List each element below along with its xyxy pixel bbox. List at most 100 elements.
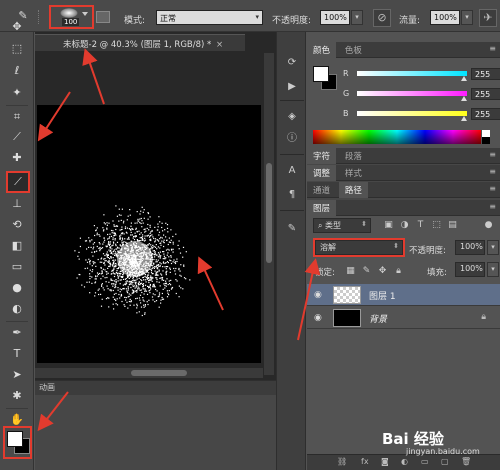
canvas[interactable] xyxy=(37,105,261,363)
spectrum-white-swatch[interactable] xyxy=(482,130,490,137)
healing-brush-tool-icon[interactable]: ✚ xyxy=(8,149,26,167)
lock-position-icon[interactable]: ✥ xyxy=(377,266,388,277)
vertical-scrollbar[interactable] xyxy=(264,53,274,375)
marquee-tool-icon[interactable]: ⬚ xyxy=(8,40,26,58)
filter-adjustment-layers-icon[interactable]: ◑ xyxy=(399,220,410,231)
options-bar-grip[interactable] xyxy=(38,10,42,24)
crop-tool-icon[interactable]: ⌗ xyxy=(8,108,26,126)
close-icon[interactable]: × xyxy=(216,40,223,50)
brush-size-value[interactable]: 100 xyxy=(62,18,80,26)
lock-image-pixels-icon[interactable]: ✎ xyxy=(361,266,372,277)
layer-filter-select[interactable]: ⌕ 类型 ⬍ xyxy=(313,218,371,233)
red-channel-track[interactable] xyxy=(357,71,467,76)
dodge-tool-icon[interactable]: ◐ xyxy=(8,300,26,318)
opacity-dropdown-button[interactable]: ▾ xyxy=(351,10,363,25)
adjustment-layer-icon[interactable]: ◐ xyxy=(401,457,408,466)
delete-layer-icon[interactable]: 🗑︎ xyxy=(461,457,471,466)
layer-mask-icon[interactable]: ◙ xyxy=(381,457,389,466)
tab-paths[interactable]: 路径 xyxy=(338,182,368,198)
layer-row[interactable]: ◉ 图层 1 xyxy=(307,284,500,306)
lasso-tool-icon[interactable]: ℓ xyxy=(8,62,26,80)
flow-input[interactable]: 100% xyxy=(430,10,460,25)
color-spectrum-ramp[interactable] xyxy=(313,130,481,144)
fill-input[interactable]: 100% xyxy=(455,262,485,277)
color-panel-foreground-swatch[interactable] xyxy=(313,66,329,82)
tab-swatches[interactable]: 色板 xyxy=(339,42,368,58)
blur-tool-icon[interactable]: ● xyxy=(8,279,26,297)
filter-pixel-layers-icon[interactable]: ▣ xyxy=(383,220,394,231)
tab-styles[interactable]: 样式 xyxy=(339,165,368,181)
red-channel-value[interactable]: 255 xyxy=(471,68,500,80)
info-panel-icon[interactable]: ⓘ xyxy=(285,132,299,146)
vertical-scrollbar-thumb[interactable] xyxy=(266,163,272,263)
mode-select[interactable]: 正常 ▾ xyxy=(156,10,263,25)
eraser-tool-icon[interactable]: ◧ xyxy=(8,237,26,255)
opacity-input[interactable]: 100% xyxy=(320,10,350,25)
brush-picker-chevron-icon[interactable] xyxy=(82,12,88,16)
blue-channel-value[interactable]: 255 xyxy=(471,108,500,120)
airbrush-pressure-icon[interactable]: ⊘ xyxy=(373,9,391,27)
tab-character[interactable]: 字符 xyxy=(307,148,337,164)
layer-row[interactable]: ◉ 背景 🔒︎ xyxy=(307,307,500,329)
path-selection-tool-icon[interactable]: ➤ xyxy=(8,366,26,384)
layer-style-icon[interactable]: fx xyxy=(361,457,369,466)
horizontal-scrollbar[interactable] xyxy=(35,368,263,378)
red-channel-knob[interactable] xyxy=(461,76,467,81)
new-group-icon[interactable]: ▭ xyxy=(421,457,429,466)
layer-opacity-input[interactable]: 100% xyxy=(455,240,485,255)
layer-opacity-dropdown-button[interactable]: ▾ xyxy=(487,240,499,255)
link-layers-icon[interactable]: ⛓ xyxy=(337,457,347,466)
visibility-eye-icon[interactable]: ◉ xyxy=(314,313,322,323)
green-channel-knob[interactable] xyxy=(461,96,467,101)
tool-presets-icon[interactable]: ✎ xyxy=(285,222,299,236)
flow-dropdown-button[interactable]: ▾ xyxy=(461,10,473,25)
history-brush-tool-icon[interactable]: ⟲ xyxy=(8,216,26,234)
brush-tool-icon[interactable]: ⟋ xyxy=(6,171,30,193)
lock-all-icon[interactable]: 🔒︎ xyxy=(393,266,404,277)
move-tool-icon[interactable]: ✥ xyxy=(8,18,26,36)
properties-panel-icon[interactable]: ◈ xyxy=(285,110,299,124)
green-channel-value[interactable]: 255 xyxy=(471,88,500,100)
eyedropper-tool-icon[interactable]: ⟋ xyxy=(8,128,26,146)
filter-type-layers-icon[interactable]: T xyxy=(415,220,426,231)
fill-dropdown-button[interactable]: ▾ xyxy=(487,262,499,277)
type-tool-icon[interactable]: T xyxy=(8,345,26,363)
animation-panel-header[interactable]: 动画 xyxy=(35,381,276,395)
spectrum-black-swatch[interactable] xyxy=(482,137,490,144)
tab-channels[interactable]: 通道 xyxy=(307,182,336,198)
visibility-eye-icon[interactable]: ◉ xyxy=(314,290,322,300)
green-channel-track[interactable] xyxy=(357,91,467,96)
panel-menu-icon[interactable]: ≡ xyxy=(489,150,496,159)
new-layer-icon[interactable]: ▢ xyxy=(441,457,449,466)
red-channel-slider[interactable]: R 255 xyxy=(343,68,500,82)
layer-name[interactable]: 背景 xyxy=(369,312,387,325)
panel-menu-icon[interactable]: ≡ xyxy=(489,202,496,211)
tab-paragraph[interactable]: 段落 xyxy=(339,148,368,164)
panel-menu-icon[interactable]: ≡ xyxy=(489,44,496,53)
filter-shape-layers-icon[interactable]: ⬚ xyxy=(431,220,442,231)
tab-layers[interactable]: 图层 xyxy=(307,200,337,216)
airbrush-toggle-icon[interactable]: ✈ xyxy=(479,9,497,27)
blue-channel-slider[interactable]: B 255 xyxy=(343,108,500,122)
document-tab[interactable]: 未标题-2 @ 40.3% (图层 1, RGB/8) * × xyxy=(35,34,245,51)
clone-stamp-tool-icon[interactable]: ⊥ xyxy=(8,195,26,213)
brush-panel-toggle-button[interactable] xyxy=(96,11,110,23)
pen-tool-icon[interactable]: ✒ xyxy=(8,324,26,342)
character-panel-icon[interactable]: A xyxy=(285,164,299,178)
brush-preview-icon[interactable] xyxy=(60,8,78,18)
panel-menu-icon[interactable]: ≡ xyxy=(489,184,496,193)
panel-menu-icon[interactable]: ≡ xyxy=(489,167,496,176)
tab-color[interactable]: 颜色 xyxy=(307,42,337,58)
lock-transparent-pixels-icon[interactable]: ▦ xyxy=(345,266,356,277)
actions-panel-icon[interactable]: ▶ xyxy=(285,80,299,94)
tab-adjustments[interactable]: 调整 xyxy=(307,165,337,181)
gradient-tool-icon[interactable]: ▭ xyxy=(8,258,26,276)
history-panel-icon[interactable]: ⟳ xyxy=(285,56,299,70)
green-channel-slider[interactable]: G 255 xyxy=(343,88,500,102)
magic-wand-tool-icon[interactable]: ✦ xyxy=(8,84,26,102)
paragraph-panel-icon[interactable]: ¶ xyxy=(285,188,299,202)
blue-channel-knob[interactable] xyxy=(461,116,467,121)
filter-toggle-icon[interactable]: ● xyxy=(483,220,494,231)
blue-channel-track[interactable] xyxy=(357,111,467,116)
shape-tool-icon[interactable]: ✱ xyxy=(8,387,26,405)
